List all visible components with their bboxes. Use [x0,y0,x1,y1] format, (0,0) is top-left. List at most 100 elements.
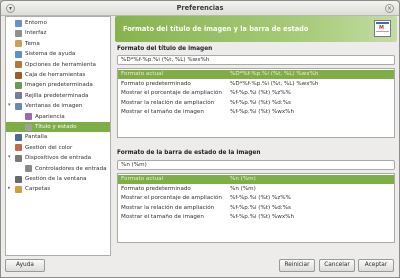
format-value-cell: %D*%f-%p.%i (%t, %L) %wx%h [230,80,319,87]
sidebar-item[interactable]: Sistema de ayuda [6,49,110,59]
format-value-cell: %n (%m) [230,185,256,192]
format-value-cell: %f-%p.%i (%t) %z%% [230,90,291,97]
close-icon[interactable]: × [385,4,394,13]
format-name-cell: Mostrar la relación de ampliación [121,204,215,211]
sidebar-item-label: Entorno [25,20,47,26]
table-row[interactable]: Mostrar el porcentaje de ampliación %f-%p… [118,89,394,98]
format-name-cell: Mostrar la relación de ampliación [121,99,215,106]
title-status-icon [25,123,32,131]
sidebar-item[interactable]: Interfaz [6,28,110,38]
image-windows-icon [15,102,22,110]
category-sidebar[interactable]: Entorno Interfaz Tema Sistema de ayuda Opcio… [5,16,111,256]
color-management-icon [15,144,22,152]
input-devices-icon [15,154,22,162]
sidebar-item-label: Interfaz [25,30,47,37]
theme-icon [15,40,22,48]
statusbar-format-input[interactable]: %n (%m) [117,160,395,170]
expander-expanded-icon[interactable]: ▾ [8,102,14,108]
sidebar-item[interactable]: Apariencia [6,112,110,122]
format-name-cell: Formato actual [121,176,164,182]
format-name-cell: Mostrar el porcentaje de ampliación [121,195,222,202]
toolbox-icon [15,71,22,79]
sidebar-item-label: Pantalla [25,134,48,141]
sidebar-item-label: Carpetas [25,186,51,193]
sidebar-item[interactable]: Caja de herramientas [6,70,110,80]
sidebar-item[interactable]: ▾ Ventanas de imagen [6,101,110,111]
sidebar-item[interactable]: ▾ Dispositivos de entrada [6,153,110,163]
title-bar[interactable]: ▾ Preferencias × [1,1,399,16]
expander-expanded-icon[interactable]: ▾ [8,154,14,160]
input-controllers-icon [25,165,32,173]
page-banner: Formato del título de imagen y la barra … [115,16,397,42]
title-status-icon: M [374,20,391,37]
table-row[interactable]: Mostrar la relación de ampliación %f-%p.%… [118,99,394,108]
table-row[interactable]: Mostrar el tamaño de imagen %f-%p.%i (%t)… [118,108,394,117]
format-value-cell: %f-%p.%i (%t) %d:%s [230,99,291,106]
sidebar-item[interactable]: Gestión de la ventana [6,174,110,184]
window-management-icon [15,175,22,183]
sidebar-item[interactable]: ▸ Carpetas [6,184,110,194]
ok-button[interactable]: Aceptar [358,259,394,272]
sidebar-item-label: Opciones de herramienta [25,61,96,68]
sidebar-item-label: Caja de herramientas [25,72,86,78]
sidebar-item-label: Gestión de la ventana [25,176,87,182]
help-button[interactable]: Ayuda [5,259,45,272]
sidebar-item[interactable]: Imagen predeterminada [6,80,110,90]
sidebar-item-label: Rejilla predeterminada [25,92,89,99]
format-value-cell: %f-%p.%i (%t) %z%% [230,195,291,202]
sidebar-item-label: Tema [25,40,40,47]
format-value-cell: %f-%p.%i (%t) %wx%h [230,109,295,116]
image-title-format-input[interactable]: %D*%f-%p.%i (%t, %L) %wx%h [117,55,395,65]
sidebar-item-label: Título y estado [35,124,77,130]
tool-options-icon [15,61,22,69]
format-name-cell: Formato actual [121,71,164,77]
cancel-button[interactable]: Cancelar [319,259,355,272]
sidebar-item[interactable]: Pantalla [6,132,110,142]
format-value-cell: %f-%p.%i (%t) %d:%s [230,204,291,211]
image-title-heading: Formato del título de imagen [117,46,213,52]
table-row[interactable]: Formato predeterminado %D*%f-%p.%i (%t, %… [118,80,394,89]
table-row[interactable]: Formato predeterminado %n (%m) [118,185,394,194]
format-value-cell: %n (%m) [230,176,256,182]
folders-icon [15,185,22,193]
sidebar-item-label: Controladores de entrada [35,165,107,172]
sidebar-item-label: Ventanas de imagen [25,103,83,110]
table-row[interactable]: Formato actual %D*%f-%p.%i (%t, %L) %wx%h [118,70,394,80]
page-title: Formato del título de imagen y la barra … [123,25,309,33]
window-title: Preferencias [176,4,224,12]
format-value-cell: %f-%p.%i (%t) %wx%h [230,214,295,221]
format-name-cell: Mostrar el tamaño de imagen [121,109,204,116]
sidebar-item[interactable]: Tema [6,39,110,49]
default-image-icon [15,81,22,89]
table-row[interactable]: Formato actual %n (%m) [118,175,394,185]
settings-panel: Formato del título de imagen y la barra … [115,16,397,256]
format-name-cell: Mostrar el tamaño de imagen [121,214,204,221]
sidebar-item-label: Apariencia [35,113,65,120]
default-grid-icon [15,92,22,100]
sidebar-item[interactable]: Opciones de herramienta [6,60,110,70]
table-row[interactable]: Mostrar el tamaño de imagen %f-%p.%i (%t)… [118,213,394,222]
format-name-cell: Formato predeterminado [121,185,191,192]
sidebar-item[interactable]: Entorno [6,18,110,28]
display-icon [15,133,22,141]
format-name-cell: Formato predeterminado [121,80,191,87]
sidebar-item[interactable]: Rejilla predeterminada [6,91,110,101]
sidebar-item-label: Gestión del color [25,144,73,151]
expander-collapsed-icon[interactable]: ▸ [8,185,14,191]
statusbar-heading: Formato de la barra de estado de la imag… [117,150,261,156]
reset-button[interactable]: Reiniciar [279,259,315,272]
format-name-cell: Mostrar el porcentaje de ampliación [121,90,222,97]
sidebar-item[interactable]: Controladores de entrada [6,164,110,174]
preferences-window: ▾ Preferencias × Entorno Interfaz Tema Sist… [0,0,400,278]
statusbar-presets-table[interactable]: Formato actual %n (%m) Formato predetermin… [117,173,395,243]
interface-icon [15,29,22,37]
sidebar-item-label: Imagen predeterminada [25,82,93,89]
appearance-icon [25,113,32,121]
sidebar-item-label: Dispositivos de entrada [25,155,92,162]
sidebar-item[interactable]: Título y estado [6,122,110,133]
sidebar-item[interactable]: Gestión del color [6,143,110,153]
table-row[interactable]: Mostrar el porcentaje de ampliación %f-%p… [118,194,394,203]
image-title-presets-table[interactable]: Formato actual %D*%f-%p.%i (%t, %L) %wx%h… [117,68,395,138]
help-system-icon [15,50,22,58]
table-row[interactable]: Mostrar la relación de ampliación %f-%p.%… [118,204,394,213]
